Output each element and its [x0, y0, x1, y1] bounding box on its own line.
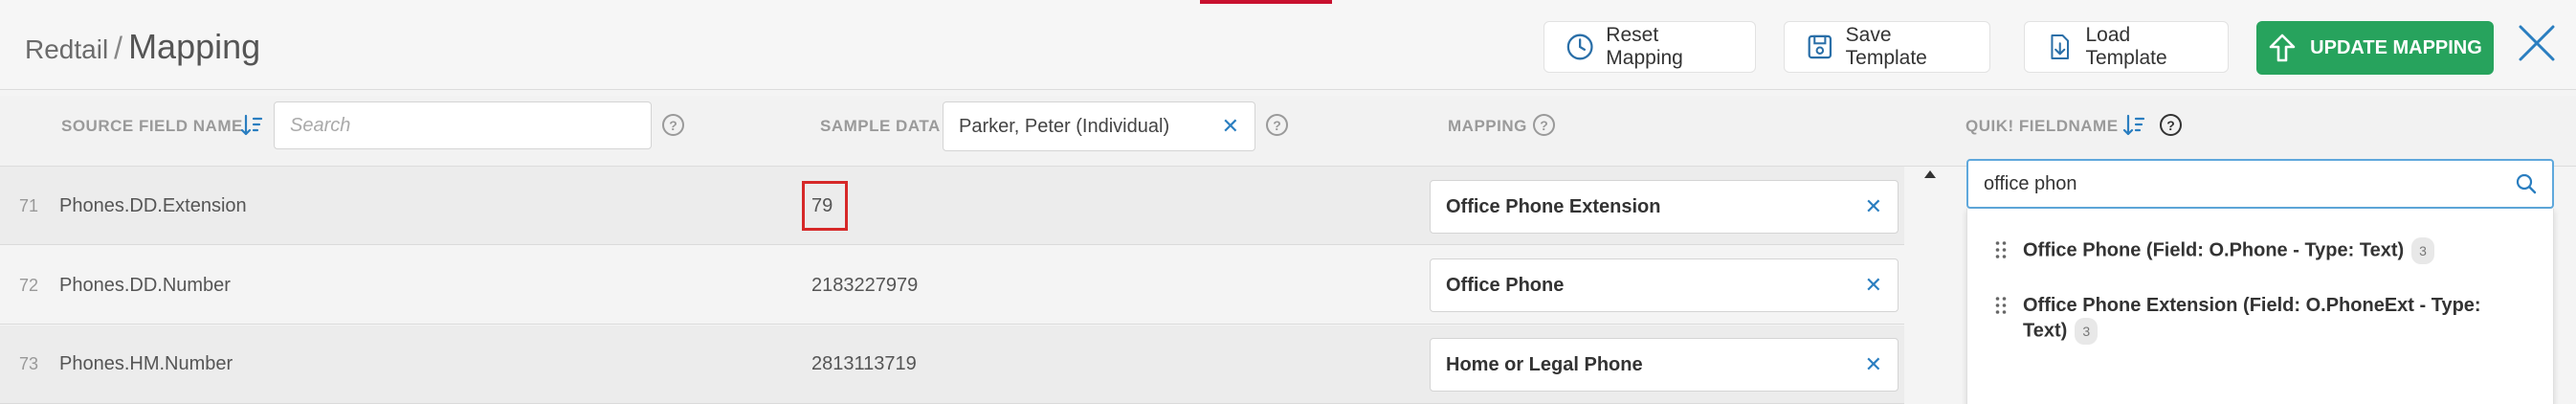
- breadcrumb-root[interactable]: Redtail: [25, 34, 108, 65]
- reset-mapping-label: Reset Mapping: [1606, 24, 1683, 69]
- option-label: Office Phone (Field: O.Phone - Type: Tex…: [2023, 239, 2405, 261]
- option-label-line2: Text): [2023, 320, 2068, 342]
- mapping-header: MAPPING: [1448, 117, 1527, 135]
- mapping-value: Office Phone: [1446, 274, 1565, 296]
- file-download-icon: [2051, 34, 2070, 59]
- source-field-name: Phones.DD.Extension: [59, 195, 247, 216]
- dropdown-option[interactable]: Office Phone (Field: O.Phone - Type: Tex…: [1994, 237, 2492, 264]
- search-icon[interactable]: [2516, 173, 2537, 194]
- source-search-input[interactable]: [274, 101, 652, 149]
- help-icon[interactable]: ?: [1266, 114, 1288, 136]
- mapping-value: Office Phone Extension: [1446, 195, 1661, 217]
- table-row: 71 Phones.DD.Extension 79 Office Phone E…: [0, 167, 1904, 245]
- update-mapping-button[interactable]: UPDATE MAPPING: [2256, 21, 2494, 75]
- help-icon[interactable]: ?: [662, 114, 684, 136]
- reset-mapping-button[interactable]: Reset Mapping: [1543, 21, 1756, 73]
- clear-icon[interactable]: ✕: [1865, 352, 1882, 377]
- sample-value: 2813113719: [811, 353, 917, 374]
- save-template-button[interactable]: Save Template: [1784, 21, 1990, 73]
- source-field-name: Phones.DD.Number: [59, 275, 231, 296]
- help-icon[interactable]: ?: [1533, 114, 1555, 136]
- count-badge: 3: [2075, 318, 2099, 345]
- drag-handle-icon: [1995, 297, 2007, 314]
- quik-fieldname-search-input[interactable]: office phon: [1966, 159, 2554, 209]
- row-number: 72: [19, 276, 39, 295]
- help-icon[interactable]: ?: [2160, 114, 2182, 136]
- active-tab-indicator: [1200, 0, 1332, 4]
- mapping-field[interactable]: Office Phone Extension ✕: [1430, 180, 1899, 234]
- quik-fieldname-header: QUIK! FIELDNAME: [1965, 117, 2119, 135]
- arrow-up-icon: [2269, 34, 2296, 62]
- table-row: 73 Phones.HM.Number 2813113719 Home or L…: [0, 325, 1904, 404]
- table-row: 72 Phones.DD.Number 2183227979 Office Ph…: [0, 246, 1904, 325]
- source-field-name: Phones.HM.Number: [59, 353, 233, 374]
- clear-icon[interactable]: ✕: [1222, 114, 1239, 139]
- clear-icon[interactable]: ✕: [1865, 273, 1882, 298]
- save-template-label: Save Template: [1845, 24, 1927, 69]
- mapping-field[interactable]: Home or Legal Phone ✕: [1430, 338, 1899, 392]
- sample-data-header: SAMPLE DATA: [820, 117, 941, 135]
- quik-search-value: office phon: [1984, 172, 2077, 194]
- page-title: Mapping: [128, 27, 261, 66]
- source-field-name-header: SOURCE FIELD NAME: [61, 117, 243, 135]
- sample-value: 79: [811, 195, 833, 216]
- row-number: 71: [19, 196, 39, 215]
- sample-value: 2183227979: [811, 275, 919, 296]
- scroll-up-arrow-icon[interactable]: [1924, 170, 1936, 178]
- sort-icon[interactable]: [2121, 113, 2146, 138]
- breadcrumb-separator: /: [114, 31, 123, 65]
- floppy-disk-icon: [1808, 34, 1832, 59]
- dropdown-option[interactable]: Office Phone Extension (Field: O.PhoneEx…: [1994, 293, 2492, 345]
- update-mapping-label: UPDATE MAPPING: [2310, 36, 2482, 58]
- mapping-field[interactable]: Office Phone ✕: [1430, 258, 1899, 312]
- option-label-line1: Office Phone Extension (Field: O.PhoneEx…: [2023, 295, 2481, 316]
- close-icon[interactable]: [2517, 23, 2557, 63]
- sample-record-select[interactable]: Parker, Peter (Individual) ✕: [943, 101, 1255, 151]
- breadcrumb: Redtail / Mapping: [25, 27, 260, 67]
- clock-icon: [1566, 34, 1593, 60]
- drag-handle-icon: [1995, 241, 2007, 258]
- count-badge: 3: [2411, 237, 2434, 264]
- row-number: 73: [19, 354, 39, 373]
- load-template-button[interactable]: Load Template: [2024, 21, 2229, 73]
- sort-icon[interactable]: [239, 113, 264, 138]
- quik-fieldname-dropdown: Office Phone (Field: O.Phone - Type: Tex…: [1966, 209, 2554, 404]
- clear-icon[interactable]: ✕: [1865, 194, 1882, 219]
- mapping-value: Home or Legal Phone: [1446, 353, 1643, 375]
- sample-record-value: Parker, Peter (Individual): [959, 115, 1170, 137]
- load-template-label: Load Template: [2085, 24, 2167, 69]
